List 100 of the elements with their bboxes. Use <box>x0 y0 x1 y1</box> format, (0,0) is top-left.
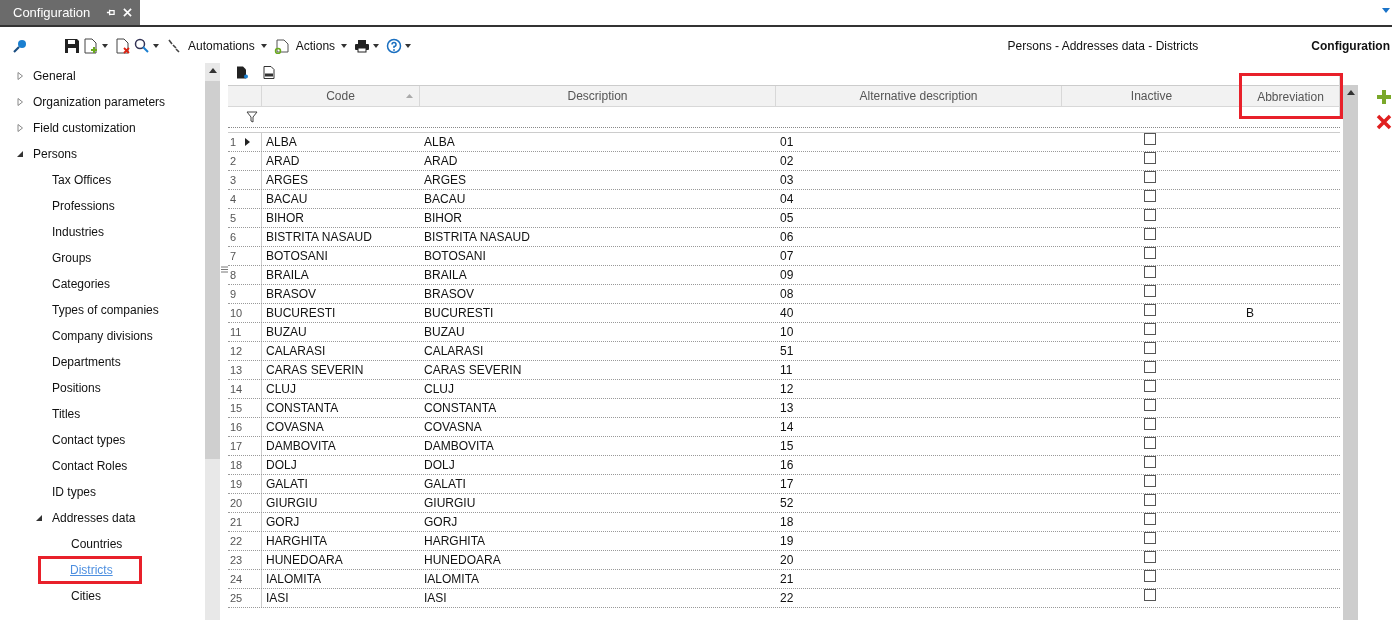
printer-icon[interactable] <box>354 38 371 54</box>
search-icon[interactable] <box>12 38 28 54</box>
tree-item[interactable]: Contact Roles <box>52 457 128 475</box>
row-number: 9 <box>230 288 237 300</box>
scrollbar[interactable] <box>205 63 220 620</box>
column-header[interactable]: Description <box>420 86 776 106</box>
document-search-icon[interactable] <box>235 65 249 80</box>
table-cell-text: IASI <box>423 590 448 607</box>
document-tab[interactable]: Configuration <box>0 0 141 25</box>
scrollbar[interactable] <box>1343 85 1358 620</box>
expanded-arrow-icon[interactable] <box>16 150 24 158</box>
tree-item[interactable]: Titles <box>52 405 81 423</box>
tree-item[interactable]: Persons <box>33 145 78 163</box>
filter-icon[interactable] <box>246 111 258 123</box>
checkbox[interactable] <box>1144 228 1156 240</box>
checkbox[interactable] <box>1144 456 1156 468</box>
checkbox[interactable] <box>1144 532 1156 544</box>
delete-document-icon[interactable] <box>115 38 131 54</box>
column-header[interactable]: Abbreviation <box>1242 76 1340 116</box>
row-number: 25 <box>230 592 243 604</box>
checkbox[interactable] <box>1144 494 1156 506</box>
collapsed-arrow-icon[interactable] <box>16 98 24 106</box>
checkbox[interactable] <box>1144 266 1156 278</box>
add-icon[interactable] <box>1376 89 1392 105</box>
tree-item[interactable]: Organization parameters <box>33 93 166 111</box>
scroll-up-icon[interactable] <box>208 68 217 73</box>
column-header[interactable]: Code <box>262 86 420 106</box>
pin-icon[interactable] <box>106 8 116 17</box>
checkbox[interactable] <box>1144 152 1156 164</box>
table-cell-text: 22 <box>779 590 795 607</box>
new-document-icon[interactable] <box>83 38 99 54</box>
tree-item[interactable]: Professions <box>52 197 115 215</box>
collapsed-arrow-icon[interactable] <box>16 124 24 132</box>
tree-item[interactable]: Field customization <box>33 119 136 137</box>
checkbox[interactable] <box>1144 418 1156 430</box>
checkbox[interactable] <box>1144 133 1156 145</box>
checkbox[interactable] <box>1144 551 1156 563</box>
table-cell-text: HARGHITA <box>423 533 487 550</box>
table-cell-text: 13 <box>779 400 795 417</box>
breadcrumb-text: Persons - Addresses data - Districts <box>1007 39 1199 53</box>
caret-icon[interactable] <box>373 44 380 48</box>
checkbox[interactable] <box>1144 475 1156 487</box>
tree-item[interactable]: Departments <box>52 353 121 371</box>
caret-icon[interactable] <box>341 44 348 48</box>
checkbox[interactable] <box>1144 323 1156 335</box>
row-number: 19 <box>230 478 243 490</box>
help-icon[interactable] <box>386 38 403 54</box>
scroll-up-icon[interactable] <box>1346 90 1355 95</box>
table-cell-text: BUZAU <box>423 324 466 341</box>
xls-file-icon[interactable] <box>262 65 276 80</box>
tree-item[interactable]: Categories <box>52 275 111 293</box>
checkbox[interactable] <box>1144 342 1156 354</box>
tree-item[interactable]: Positions <box>52 379 101 397</box>
document-refresh-icon[interactable] <box>273 38 290 54</box>
table-cell-text: BISTRITA NASAUD <box>265 229 373 246</box>
search-icon[interactable] <box>134 38 150 54</box>
tree-item[interactable]: Types of companies <box>52 301 159 319</box>
close-icon[interactable] <box>123 8 133 17</box>
checkbox[interactable] <box>1144 380 1156 392</box>
table-cell-text: HUNEDOARA <box>265 552 344 569</box>
collapsed-arrow-icon[interactable] <box>16 72 24 80</box>
tree-item[interactable]: Addresses data <box>52 509 136 527</box>
table-cell-text: CLUJ <box>423 381 455 398</box>
table-cell-text: BIHOR <box>423 210 463 227</box>
caret-icon[interactable] <box>102 44 108 48</box>
tree-item[interactable]: Contact types <box>52 431 126 449</box>
tree-item[interactable]: Tax Offices <box>52 171 112 189</box>
tree-item[interactable]: ID types <box>52 483 96 501</box>
tree-item[interactable]: Countries <box>71 535 123 553</box>
automations-menu[interactable]: Automations <box>185 39 258 53</box>
checkbox[interactable] <box>1144 209 1156 221</box>
expanded-arrow-icon[interactable] <box>35 514 43 522</box>
tree-item[interactable]: Groups <box>52 249 92 267</box>
delete-icon[interactable] <box>1376 114 1392 130</box>
checkbox[interactable] <box>1144 285 1156 297</box>
actions-menu[interactable]: Actions <box>292 39 339 53</box>
column-header[interactable]: Inactive <box>1062 86 1242 106</box>
checkbox[interactable] <box>1144 361 1156 373</box>
caret-icon[interactable] <box>405 44 412 48</box>
tree-item[interactable]: Company divisions <box>52 327 153 345</box>
column-header[interactable]: Alternative description <box>776 86 1062 106</box>
dropdown-caret-icon[interactable] <box>1382 8 1390 13</box>
grip-icon[interactable] <box>220 266 228 273</box>
checkbox[interactable] <box>1144 171 1156 183</box>
checkbox[interactable] <box>1144 247 1156 259</box>
checkbox[interactable] <box>1144 437 1156 449</box>
caret-icon[interactable] <box>153 44 159 48</box>
save-icon[interactable] <box>64 38 80 54</box>
checkbox[interactable] <box>1144 513 1156 525</box>
checkbox[interactable] <box>1144 190 1156 202</box>
checkbox[interactable] <box>1144 570 1156 582</box>
tree-item[interactable]: Cities <box>71 587 101 605</box>
tree-item[interactable]: Industries <box>52 223 105 241</box>
checkbox[interactable] <box>1144 589 1156 601</box>
row-number: 14 <box>230 383 243 395</box>
caret-icon[interactable] <box>260 44 267 48</box>
checkbox[interactable] <box>1144 399 1156 411</box>
checkbox[interactable] <box>1144 304 1156 316</box>
scrollbar-thumb[interactable] <box>205 81 220 459</box>
tree-item[interactable]: General <box>33 67 76 85</box>
